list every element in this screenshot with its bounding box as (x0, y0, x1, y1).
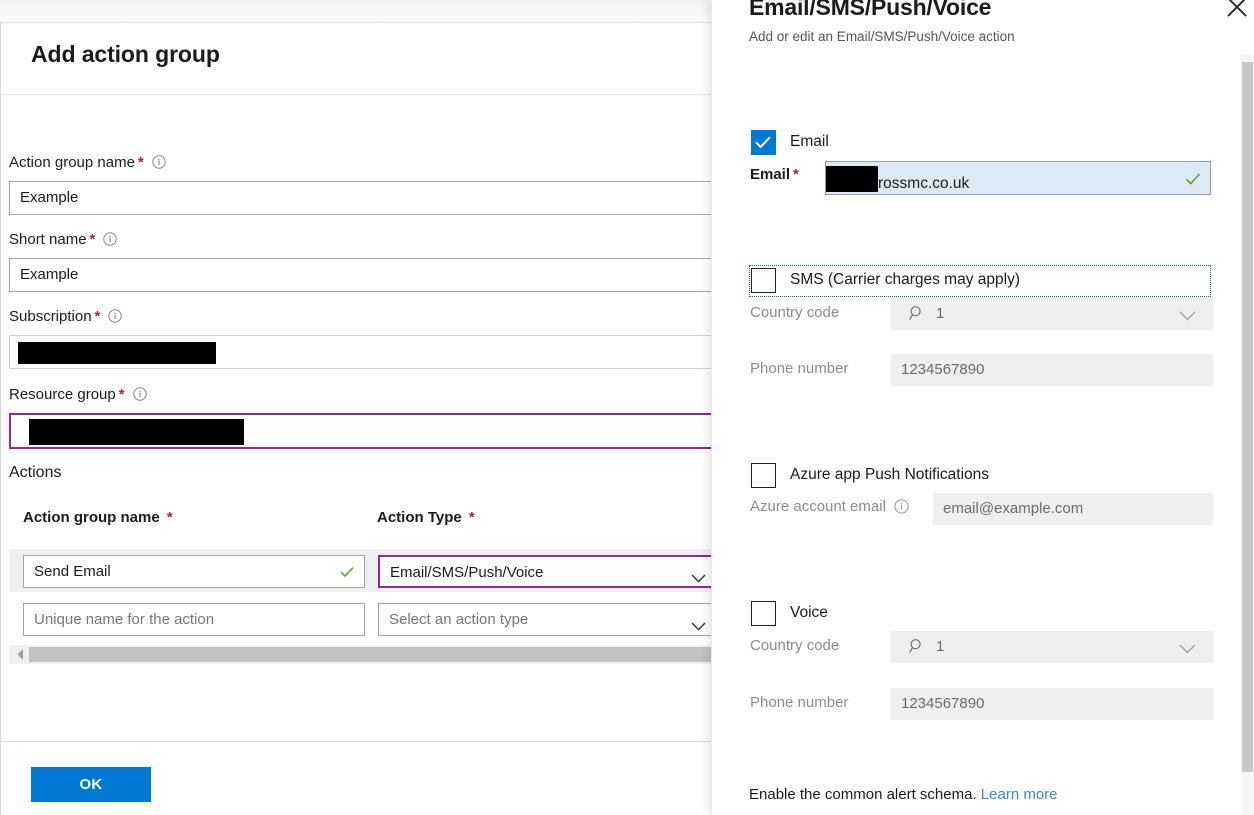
short-name-label: Short name * (9, 231, 118, 248)
blade-body: Action group name * Example Short name * E… (1, 96, 712, 741)
email-checkbox-label: Email (790, 133, 829, 150)
short-name-input[interactable]: Example (9, 258, 712, 292)
info-icon[interactable] (108, 309, 123, 323)
search-icon (909, 638, 925, 654)
app-root: Add action group Action group name * Exam… (0, 0, 1254, 815)
action-name-input-row2[interactable]: Unique name for the action (23, 603, 365, 636)
sms-phone-number-input[interactable]: 1234567890 (891, 354, 1213, 386)
action-type-dropdown-row2[interactable]: Select an action type (378, 603, 712, 636)
resource-group-input[interactable] (9, 413, 712, 449)
action-group-name-label: Action group name * (9, 154, 166, 171)
common-alert-schema-text: Enable the common alert schema. Learn mo… (749, 786, 1058, 803)
blade-footer: OK (1, 741, 712, 815)
required-asterisk: * (94, 308, 101, 325)
sms-country-code-select[interactable]: 1 (891, 298, 1213, 330)
info-icon[interactable] (894, 499, 909, 514)
subscription-label: Subscription * (9, 308, 123, 325)
voice-checkbox-label: Voice (790, 604, 828, 621)
required-asterisk: * (166, 509, 173, 526)
column-header-action-type: Action Type * (377, 509, 475, 526)
add-action-group-blade: Add action group Action group name * Exam… (0, 22, 712, 815)
search-icon (909, 305, 925, 321)
info-icon[interactable] (132, 387, 147, 401)
right-blade-subtitle: Add or edit an Email/SMS/Push/Voice acti… (749, 29, 1015, 44)
azure-account-email-input[interactable]: email@example.com (933, 493, 1213, 525)
vertical-scrollbar-thumb[interactable] (1242, 62, 1253, 772)
voice-country-code-select[interactable]: 1 (891, 631, 1213, 663)
close-icon[interactable] (1224, 0, 1250, 20)
email-visible-value: rossmc.co.uk (878, 175, 970, 192)
scroll-left-arrow-icon[interactable] (13, 647, 30, 664)
blade-header: Add action group (1, 22, 712, 95)
actions-section-heading: Actions (9, 464, 62, 481)
valid-check-icon (339, 564, 355, 580)
action-group-name-input[interactable]: Example (9, 181, 712, 215)
info-icon[interactable] (152, 155, 166, 169)
email-address-input[interactable]: rossmc.co.uk (825, 161, 1211, 195)
chevron-down-icon (1179, 641, 1196, 654)
right-blade-title: Email/SMS/Push/Voice (749, 0, 992, 20)
required-asterisk: * (468, 509, 475, 526)
ok-button[interactable]: OK (31, 767, 151, 802)
push-notifications-checkbox[interactable] (751, 463, 776, 488)
blade-left-border (711, 0, 712, 815)
redacted-value (29, 419, 244, 445)
chevron-down-icon (1179, 308, 1196, 321)
email-checkbox[interactable] (751, 130, 776, 155)
column-header-action-group-name: Action group name * (23, 509, 173, 526)
redacted-value (826, 166, 878, 192)
required-asterisk: * (118, 386, 125, 403)
email-field-label: Email * (750, 166, 799, 183)
push-notifications-checkbox-label: Azure app Push Notifications (790, 466, 990, 483)
azure-account-email-label: Azure account email (750, 498, 909, 515)
sms-country-code-label: Country code (750, 304, 840, 321)
voice-phone-number-label: Phone number (750, 694, 849, 711)
subscription-input[interactable] (9, 335, 712, 369)
valid-check-icon (1184, 170, 1201, 186)
sms-phone-number-label: Phone number (750, 360, 849, 377)
required-asterisk: * (793, 166, 799, 183)
learn-more-link[interactable]: Learn more (981, 786, 1058, 803)
email-sms-push-voice-blade: Email/SMS/Push/Voice Add or edit an Emai… (711, 0, 1254, 815)
info-icon[interactable] (103, 232, 118, 246)
sms-checkbox[interactable] (751, 268, 776, 293)
action-type-dropdown-row1[interactable]: Email/SMS/Push/Voice (378, 555, 712, 588)
required-asterisk: * (89, 231, 96, 248)
voice-checkbox[interactable] (751, 601, 776, 626)
resource-group-label: Resource group * (9, 386, 147, 403)
redacted-value (18, 342, 216, 364)
page-title: Add action group (31, 41, 220, 67)
required-asterisk: * (137, 154, 144, 171)
voice-phone-number-input[interactable]: 1234567890 (891, 688, 1213, 720)
action-name-input-row1[interactable]: Send Email (23, 555, 365, 588)
sms-checkbox-label: SMS (Carrier charges may apply) (790, 271, 1020, 288)
horizontal-scrollbar-thumb[interactable] (29, 647, 712, 662)
voice-country-code-label: Country code (750, 637, 840, 654)
